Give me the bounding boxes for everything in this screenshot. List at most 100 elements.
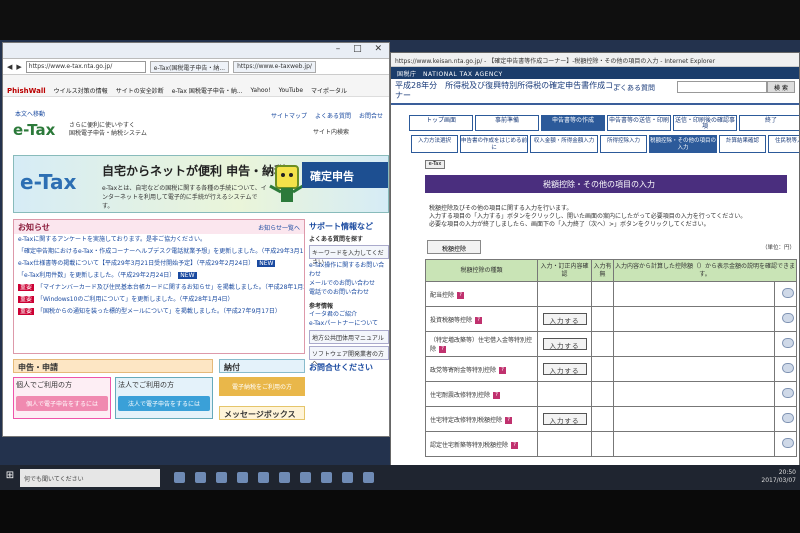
- developer-link[interactable]: ソフトウェア開発業者の方へ: [309, 346, 389, 367]
- help-icon[interactable]: ?: [499, 366, 507, 374]
- banner-headline: 自宅からネットが便利 申告・納税: [102, 164, 287, 178]
- monitor-bezel-bottom: [0, 490, 800, 533]
- tax-control-button[interactable]: 税額控除: [427, 240, 481, 254]
- edge-icon[interactable]: [195, 472, 206, 483]
- app-icon[interactable]: [363, 472, 374, 483]
- detail-icon[interactable]: [781, 288, 794, 298]
- amount-cell: [613, 431, 775, 457]
- detail-cell: [774, 406, 797, 432]
- table-row: 住宅特定改修特別税額控除? 入力する: [425, 406, 797, 432]
- detail-cell: [774, 431, 797, 457]
- input-status-cell: [591, 406, 614, 432]
- forward-icon[interactable]: ▶: [16, 63, 21, 71]
- step-4: 送信・印刷後の確認事項: [673, 115, 737, 131]
- windows-start-icon[interactable]: ⊞: [0, 465, 20, 490]
- detail-icon[interactable]: [781, 438, 794, 448]
- etax-small-button[interactable]: e-Tax: [425, 160, 445, 169]
- input-status-cell: [591, 356, 614, 382]
- news-item[interactable]: e-Taxに関するアンケートを実施しております。是非ご協力ください。: [14, 234, 304, 246]
- column-header: 入力内容から計算した控除額（）から表示金額の説明を確認できます。: [613, 259, 797, 282]
- fav-phishwall[interactable]: PhishWall: [7, 87, 46, 95]
- help-icon[interactable]: ?: [505, 416, 513, 424]
- tab-etax[interactable]: e-Tax(国税電子申告・納...: [149, 60, 230, 73]
- etax-header: 本文へ移動 e-Tax さらに便利に使いやすく 国税電子申告・納税システム サイ…: [3, 109, 389, 149]
- fav-item[interactable]: e-Tax 国税電子申告・納...: [172, 86, 243, 95]
- faq-link[interactable]: よくある質問: [315, 111, 351, 120]
- help-icon[interactable]: ?: [457, 291, 465, 299]
- app-icon[interactable]: [342, 472, 353, 483]
- fav-item[interactable]: マイポータル: [311, 86, 347, 95]
- help-icon[interactable]: ?: [511, 441, 519, 449]
- detail-icon[interactable]: [781, 313, 794, 323]
- keyword-input[interactable]: キーワードを入力してください: [309, 245, 389, 266]
- ref-link[interactable]: イータ君のご紹介: [309, 310, 389, 319]
- back-icon[interactable]: ◀: [7, 63, 12, 71]
- skip-link[interactable]: 本文へ移動: [15, 109, 45, 118]
- input-button[interactable]: 入力する: [542, 413, 587, 425]
- corporate-efile-button[interactable]: 法人で電子申告をするには: [118, 396, 210, 411]
- etax-logo[interactable]: e-Tax: [13, 121, 55, 139]
- menu-bar: [3, 75, 389, 85]
- folder-icon[interactable]: [216, 472, 227, 483]
- fav-item[interactable]: ウイルス対策の情報: [54, 86, 108, 95]
- input-button[interactable]: 入力する: [542, 338, 587, 350]
- sitemap-link[interactable]: サイトマップ: [271, 111, 307, 120]
- amount-cell: [613, 381, 775, 407]
- detail-icon[interactable]: [781, 363, 794, 373]
- input-status-cell: [591, 306, 614, 332]
- fav-item[interactable]: サイトの安全診断: [116, 86, 164, 95]
- help-icon[interactable]: ?: [493, 391, 501, 399]
- ref-link[interactable]: e-Taxパートナーについて: [309, 319, 389, 328]
- instruction-line: 税額控除及びその他の項目に関する入力を行います。: [429, 205, 573, 212]
- input-button[interactable]: 入力する: [542, 363, 587, 375]
- ie-icon[interactable]: [321, 472, 332, 483]
- side-link[interactable]: メールでのお問い合わせ: [309, 279, 389, 288]
- faq-link[interactable]: よくある質問: [613, 83, 655, 93]
- new-badge: NEW: [257, 260, 276, 267]
- url-field[interactable]: https://www.e-tax.nta.go.jp/: [25, 60, 146, 73]
- help-icon[interactable]: ?: [439, 346, 447, 353]
- important-badge: 重要: [18, 284, 35, 291]
- credit-label: 配当控除?: [425, 281, 538, 307]
- side-link[interactable]: e-Tax操作に関するお問い合わせ: [309, 261, 389, 279]
- search-button[interactable]: 検 索: [767, 81, 795, 93]
- news-item[interactable]: 「e-Tax利用件数」を更新しました。（平成29年2月24日） NEW: [14, 270, 304, 282]
- news-item[interactable]: e-Tax仕様書等の掲載について【平成29年3月21日受付開始予定】（平成29年…: [14, 258, 304, 270]
- detail-icon[interactable]: [781, 338, 794, 348]
- mail-icon[interactable]: [258, 472, 269, 483]
- contact-link[interactable]: お問合せ: [359, 111, 383, 120]
- store-icon[interactable]: [237, 472, 248, 483]
- detail-icon[interactable]: [781, 388, 794, 398]
- logo-tagline: さらに便利に使いやすく 国税電子申告・納税システム: [69, 122, 147, 137]
- news-item[interactable]: 重要 「マイナンバーカード及び住民基本台帳カードに関するお知らせ」を掲載しました。…: [14, 282, 304, 294]
- news-more-link[interactable]: お知らせ一覧へ: [258, 223, 300, 232]
- important-badge: 重要: [18, 308, 35, 315]
- help-icon[interactable]: ?: [475, 316, 483, 324]
- gov-manual-link[interactable]: 地方公共団体用マニュアル: [309, 330, 389, 344]
- credit-label: 住宅特定改修特別税額控除?: [425, 406, 538, 432]
- important-badge: 重要: [18, 296, 35, 303]
- input-status-cell: [591, 331, 614, 357]
- personal-efile-button[interactable]: 個人で電子申告をするには: [16, 396, 108, 411]
- news-item[interactable]: 重要 「国税からの通知を装った標的型メールについて」を掲載しました。（平成27年9…: [14, 306, 304, 318]
- search-input[interactable]: [677, 81, 767, 93]
- system-tray[interactable]: 20:50 2017/03/07: [761, 469, 796, 485]
- news-item[interactable]: 重要 「Windows10のご利用について」を更新しました。（平成28年1月4日）: [14, 294, 304, 306]
- input-button[interactable]: 入力する: [542, 313, 587, 325]
- table-row: 配当控除?: [425, 281, 797, 307]
- e-payment-button[interactable]: 電子納税をご利用の方: [219, 377, 305, 396]
- fav-item[interactable]: Yahoo!: [251, 87, 271, 94]
- detail-icon[interactable]: [781, 413, 794, 423]
- side-link[interactable]: 電話でのお問い合わせ: [309, 288, 389, 297]
- detail-cell: [774, 381, 797, 407]
- task-view-icon[interactable]: [174, 472, 185, 483]
- app-icon[interactable]: [300, 472, 311, 483]
- fav-item[interactable]: YouTube: [279, 87, 303, 94]
- tab-etaxweb[interactable]: https://www.e-taxweb.jp/: [233, 60, 316, 73]
- taskbar-search-input[interactable]: 何でも聞いてください: [20, 468, 160, 487]
- chrome-icon[interactable]: [279, 472, 290, 483]
- final-return-button[interactable]: 確定申告: [302, 162, 388, 188]
- window-controls[interactable]: – □ ✕: [336, 44, 387, 54]
- news-item[interactable]: 「確定申告期におけるe-Tax・作成コーナーヘルプデスク電話就業予想」を更新しま…: [14, 246, 304, 258]
- message-box-link[interactable]: メッセージボックス: [219, 406, 305, 420]
